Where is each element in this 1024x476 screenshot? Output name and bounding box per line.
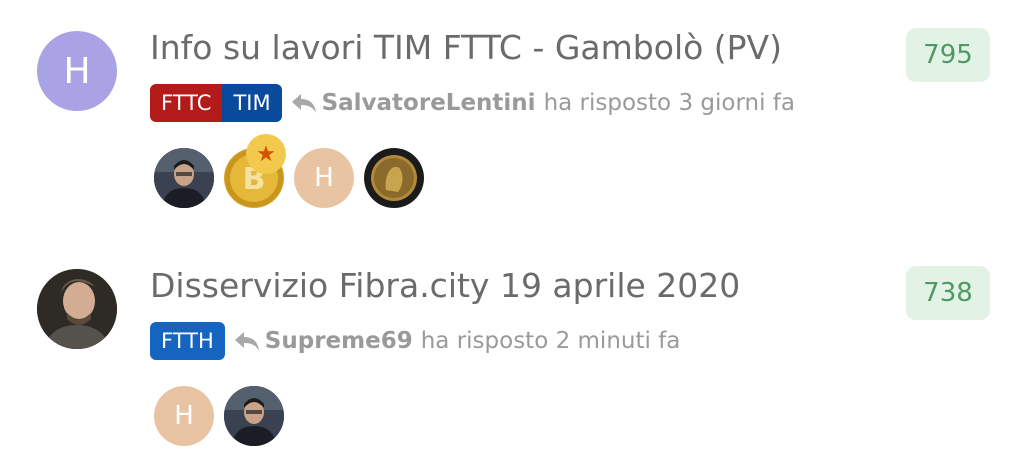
person-photo-icon <box>224 386 284 446</box>
topic-meta: FTTC TIM SalvatoreLentini ha risposto 3 … <box>150 84 795 122</box>
tag-fttc[interactable]: FTTC <box>150 84 223 122</box>
tag-ftth[interactable]: FTTH <box>150 322 225 360</box>
tag-group: FTTH <box>150 322 225 360</box>
poster-avatar[interactable] <box>364 148 424 208</box>
star-icon: ★ <box>246 134 286 174</box>
reply-count[interactable]: 738 <box>906 266 990 320</box>
poster-avatars: H <box>154 386 294 446</box>
poster-avatar[interactable]: B ★ <box>224 134 286 208</box>
topic-list: H Info su lavori TIM FTTC - Gambolò (PV)… <box>0 0 1024 476</box>
tag-tim[interactable]: TIM <box>222 84 282 122</box>
avatar-letter: H <box>174 401 194 431</box>
reply-icon <box>291 94 316 113</box>
poster-avatar[interactable]: H <box>154 386 214 446</box>
topic-title[interactable]: Info su lavori TIM FTTC - Gambolò (PV) <box>150 28 782 67</box>
topic-row[interactable]: H Info su lavori TIM FTTC - Gambolò (PV)… <box>0 0 1024 230</box>
topic-title[interactable]: Disservizio Fibra.city 19 aprile 2020 <box>150 266 740 305</box>
last-reply-user[interactable]: SalvatoreLentini <box>322 90 536 116</box>
poster-avatar[interactable] <box>154 148 214 208</box>
topic-meta: FTTH Supreme69 ha risposto 2 minuti fa <box>150 322 680 360</box>
topic-row[interactable]: Disservizio Fibra.city 19 aprile 2020 FT… <box>0 238 1024 468</box>
person-photo-icon <box>37 269 117 349</box>
poster-avatars: B ★ H <box>154 134 434 208</box>
author-avatar[interactable] <box>37 269 117 349</box>
author-avatar[interactable]: H <box>37 31 117 111</box>
person-photo-icon <box>154 148 214 208</box>
tag-group: FTTC TIM <box>150 84 282 122</box>
last-reply-text: ha risposto 3 giorni fa <box>543 90 795 116</box>
reply-count[interactable]: 795 <box>906 28 990 82</box>
poster-avatar[interactable]: H <box>294 148 354 208</box>
euro-coin-icon <box>365 149 423 207</box>
avatar-letter: H <box>63 50 91 92</box>
poster-avatar[interactable] <box>224 386 284 446</box>
reply-icon <box>234 332 259 351</box>
last-reply-user[interactable]: Supreme69 <box>265 328 413 354</box>
last-reply-text: ha risposto 2 minuti fa <box>420 328 681 354</box>
avatar-letter: H <box>314 163 334 193</box>
